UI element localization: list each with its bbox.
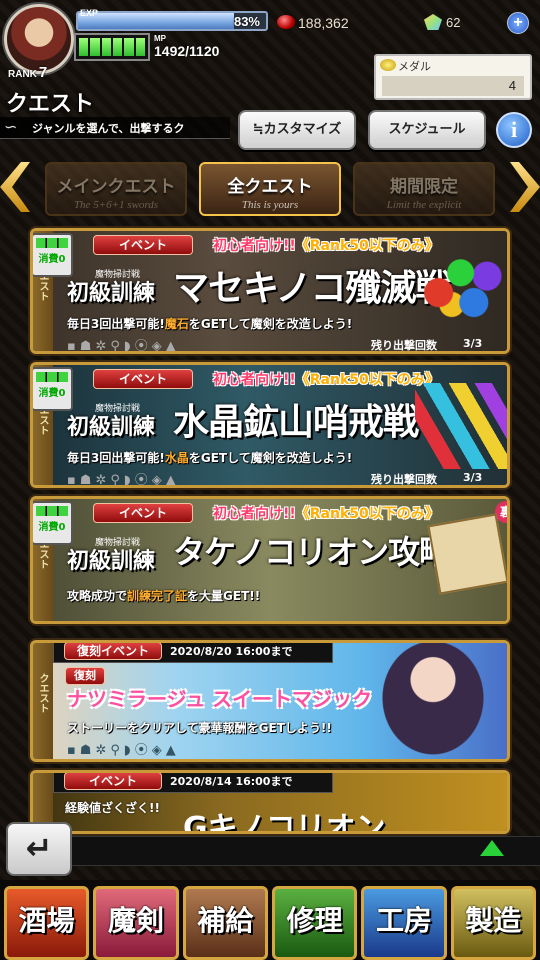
remaining-label: 残り出撃回数	[371, 473, 437, 486]
cost-badge: 消費0	[33, 367, 73, 411]
quest-card-4[interactable]: クエスト 復刻イベント 2020/8/20 16:00まで 復刻 ナツミラージュ …	[30, 640, 510, 762]
certificate-icon	[427, 513, 507, 595]
schedule-button[interactable]: スケジュール	[368, 110, 486, 150]
quest-description: 攻略成功で訓練完了証を大量GET!!	[67, 589, 261, 603]
bottom-nav: 酒場 魔剣 補給 修理 工房 製造	[0, 880, 540, 960]
gem-count: 188,362	[298, 15, 349, 31]
crystals-icon	[415, 383, 507, 469]
quest-card-1[interactable]: クエスト イベント 初心者向け!!《Rank50以下のみ》 消費0 魔物掃討戦 …	[30, 228, 510, 354]
quest-title-prefix: 初級訓練	[67, 548, 156, 573]
exp-label: EXP	[80, 8, 99, 18]
quest-title-prefix: 初級訓練	[67, 280, 156, 305]
red-gem-icon	[277, 15, 295, 29]
mp-value: 1492/1120	[154, 43, 220, 59]
event-tag: イベント	[93, 369, 193, 389]
info-button[interactable]: i	[496, 112, 532, 148]
beginner-label: 初心者向け!!《Rank50以下のみ》	[213, 372, 439, 388]
remaining-label: 残り出撃回数	[371, 339, 437, 352]
remaining-count: 3/3	[463, 471, 483, 484]
card-side-label: クエスト	[37, 673, 48, 713]
nav-craft[interactable]: 製造	[450, 886, 536, 960]
quest-title: 水晶鉱山哨戒戦	[173, 401, 419, 443]
cost-badge: 消費0	[33, 501, 73, 545]
back-button[interactable]: ↵	[6, 822, 72, 876]
quest-title: Gキノコリオン	[183, 811, 386, 834]
page-title: クエスト	[6, 92, 95, 117]
quest-title: ナツミラージュ スイートマジック	[67, 687, 373, 711]
crystal-count: 62	[446, 15, 461, 30]
quest-card-2[interactable]: クエスト イベント 初心者向け!!《Rank50以下のみ》 消費0 魔物掃討戦 …	[30, 362, 510, 488]
swirl-icon: ∽	[4, 117, 18, 136]
nav-tavern[interactable]: 酒場	[4, 886, 90, 960]
quest-description: 毎日3回出撃可能!水晶をGETして魔剣を改造しよう!	[67, 451, 353, 465]
magic-stones-icon	[421, 253, 507, 319]
medal-value: 4	[382, 76, 524, 96]
mp-gauge	[74, 33, 150, 61]
element-icons: ▪☗✲⚲◗⦿◈▲	[67, 743, 180, 758]
medal-icon	[380, 59, 396, 71]
exp-bar: 83%	[76, 11, 268, 31]
beginner-label: 初心者向け!!《Rank50以下のみ》	[213, 506, 439, 522]
quest-title-prefix: 初級訓練	[67, 414, 156, 439]
tab-main-quest[interactable]: メインクエスト The 5+6+1 swords	[45, 162, 187, 216]
customize-button[interactable]: ≒カスタマイズ	[238, 110, 356, 150]
remaining-count: 3/3	[463, 337, 483, 350]
nav-magic-sword[interactable]: 魔剣	[93, 886, 179, 960]
scroll-up-icon[interactable]	[480, 840, 504, 856]
medal-panel: メダル 4	[374, 54, 532, 100]
quest-tagline: 経験値ざくざく!!	[65, 801, 160, 815]
exp-fill	[78, 13, 235, 29]
event-tag: イベント	[93, 503, 193, 523]
cost-badge: 消費0	[33, 233, 73, 277]
quest-description: ストーリーをクリアして豪華報酬をGETしよう!!	[67, 721, 332, 735]
element-icons: ▪☗✲⚲◗⦿◈▲	[67, 473, 180, 488]
exp-percent: 83%	[233, 14, 260, 29]
add-crystal-button[interactable]: +	[507, 12, 529, 34]
page-subtitle: ジャンルを選んで、出撃するク	[32, 122, 185, 135]
quest-title: マセキノコ殲滅戦	[173, 267, 451, 309]
mp-label: MP	[154, 34, 166, 43]
quest-card-3[interactable]: クエスト イベント 初心者向け!!《Rank50以下のみ》 裏 消費0 魔物掃討…	[30, 496, 510, 624]
back-bar	[72, 836, 540, 866]
event-tag: イベント	[93, 235, 193, 255]
nav-repair[interactable]: 修理	[271, 886, 358, 960]
medal-label: メダル	[398, 61, 431, 73]
quest-card-5[interactable]: イベント 2020/8/14 16:00まで 経験値ざくざく!! Gキノコリオン	[30, 770, 510, 834]
character-art	[373, 643, 493, 759]
nav-workshop[interactable]: 工房	[361, 886, 447, 960]
tab-all-quest[interactable]: 全クエスト This is yours	[199, 162, 341, 216]
rank: RANK 7	[8, 64, 48, 81]
date-bar: 復刻イベント 2020/8/20 16:00まで	[53, 643, 333, 663]
date-bar: イベント 2020/8/14 16:00まで	[53, 773, 333, 793]
nav-supply[interactable]: 補給	[182, 886, 268, 960]
tab-limited[interactable]: 期間限定 Limit the explicit	[353, 162, 495, 216]
quest-description: 毎日3回出撃可能!魔石をGETして魔剣を改造しよう!	[67, 317, 353, 331]
beginner-label: 初心者向け!!《Rank50以下のみ》	[213, 238, 439, 254]
element-icons: ▪☗✲⚲◗⦿◈▲	[67, 339, 180, 354]
